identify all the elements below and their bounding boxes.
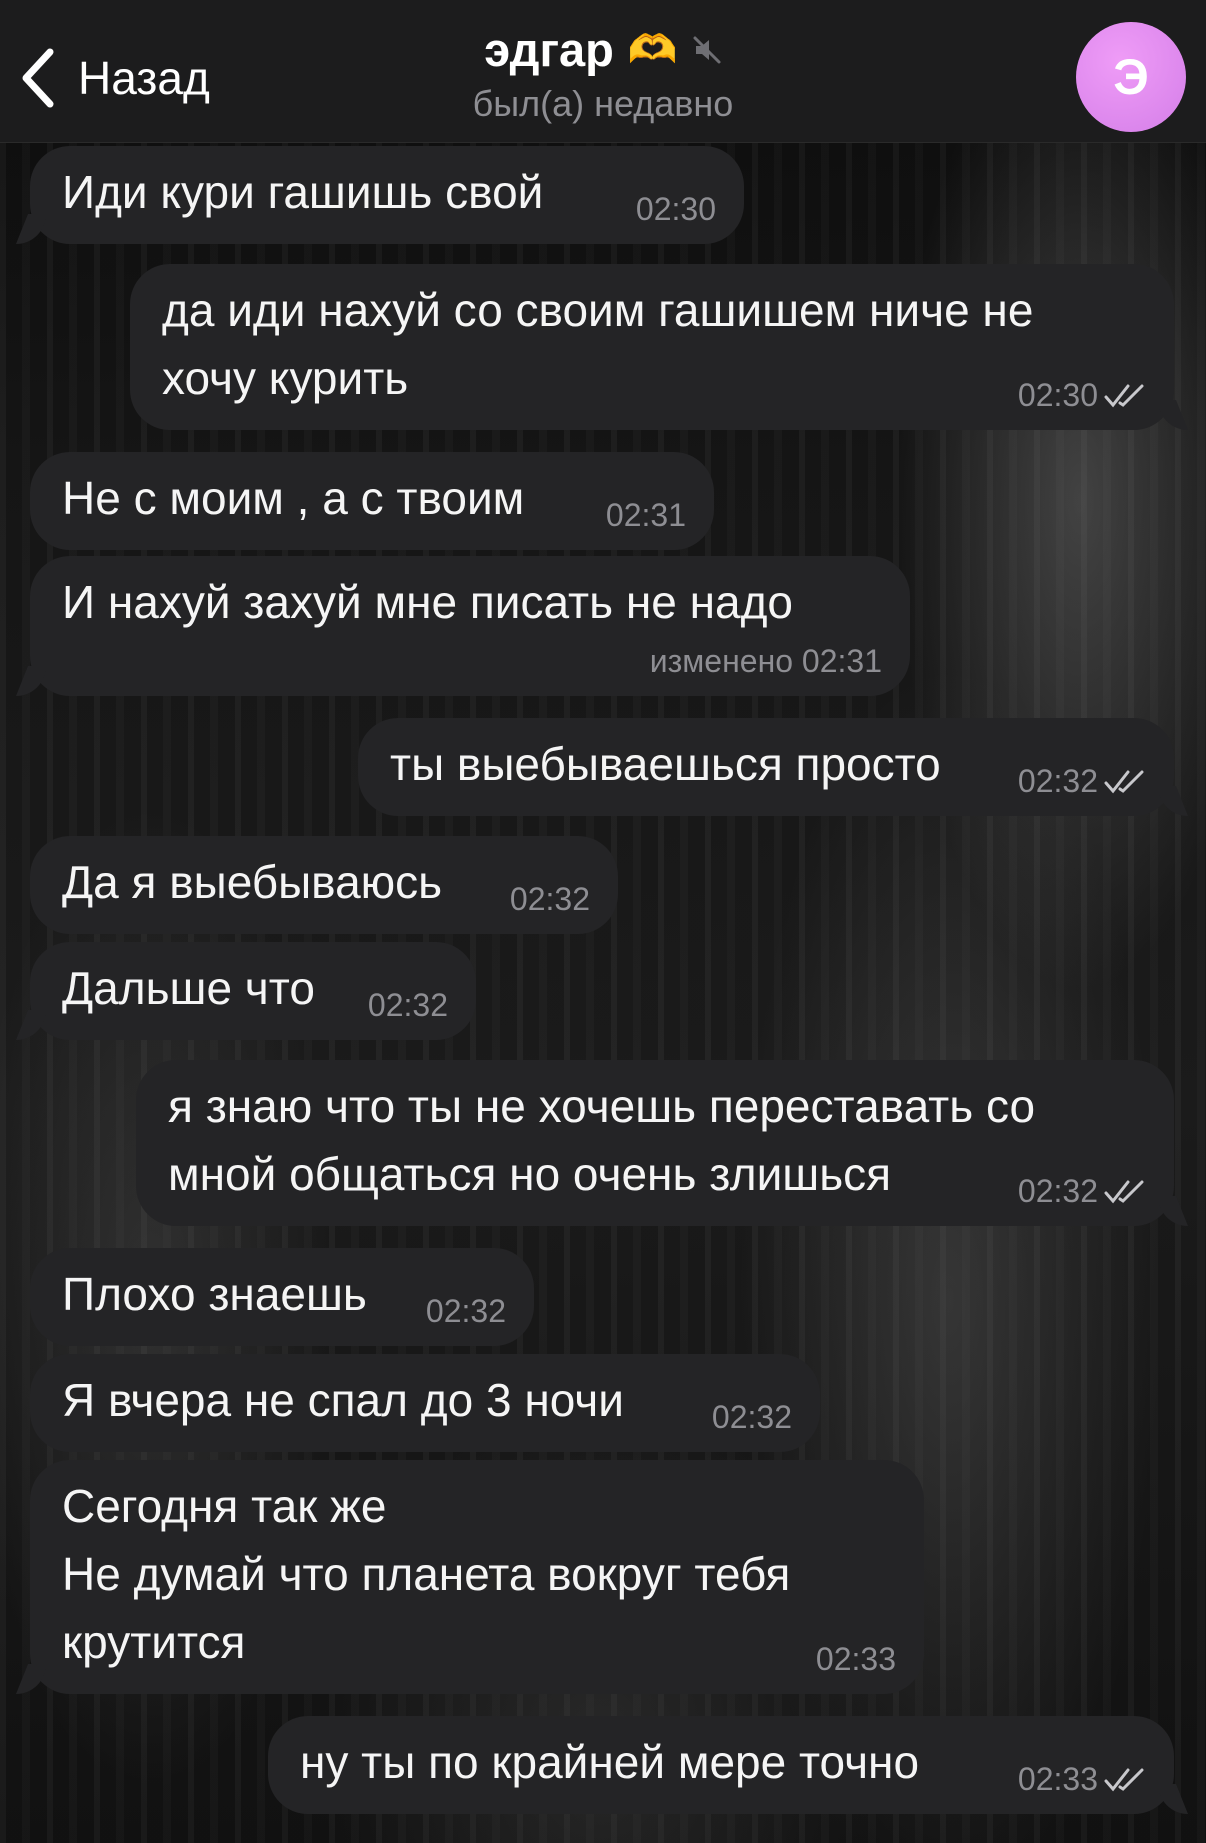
message-time: 02:31: [605, 497, 686, 533]
bubble-tail: [1158, 400, 1188, 430]
bubble-tail: [16, 214, 46, 244]
message-outgoing[interactable]: я знаю что ты не хочешь переставать со м…: [136, 1060, 1188, 1226]
message-time: 02:32: [367, 987, 448, 1023]
message-text-line: Не думай что планета вокруг тебя: [62, 1548, 791, 1600]
message-text-line: хочу курить: [162, 352, 409, 404]
message-time: 02:32: [711, 1399, 792, 1435]
bubble-tail: [16, 1664, 46, 1694]
double-check-icon: [1104, 770, 1144, 793]
message-outgoing[interactable]: ты выебываешься просто 02:32: [358, 718, 1188, 816]
message-time: 02:32: [1017, 763, 1098, 799]
last-seen-status: был(а) недавно: [472, 83, 734, 124]
message-meta: 02:32: [510, 881, 590, 918]
bubble-tail: [16, 666, 46, 696]
bubble-tail: [1158, 1784, 1188, 1814]
muted-speaker-icon: [693, 36, 721, 63]
message-text: Не с моим , а с твоим: [62, 472, 525, 524]
message-edited-time: изменено 02:31: [649, 643, 882, 679]
message-outgoing[interactable]: да иди нахуй со своим гашишем ниче не хо…: [130, 264, 1188, 430]
message-text-line: да иди нахуй со своим гашишем ниче не: [162, 284, 1034, 336]
message-text-line: мной общаться но очень злишься: [168, 1148, 892, 1200]
message-meta: 02:30: [636, 191, 716, 228]
avatar[interactable]: Э: [1076, 22, 1186, 132]
message-time: 02:33: [815, 1641, 896, 1677]
message-time: 02:32: [509, 881, 590, 917]
avatar-letter: Э: [1113, 49, 1149, 105]
message-text-line: крутится: [62, 1616, 246, 1668]
message-time: 02:32: [1017, 1173, 1098, 1209]
message-meta: 02:31: [606, 497, 686, 534]
message-meta: 02:32: [426, 1293, 506, 1330]
message-incoming[interactable]: Дальше что 02:32: [16, 942, 476, 1040]
message-text: Иди кури гашишь свой: [62, 166, 544, 218]
message-meta: 02:30: [1018, 377, 1146, 414]
double-check-icon: [1104, 1768, 1144, 1791]
chevron-left-icon: [22, 48, 54, 108]
message-incoming[interactable]: Иди кури гашишь свой 02:30: [16, 146, 744, 244]
message-incoming[interactable]: Плохо знаешь 02:32: [30, 1248, 534, 1346]
message-meta: 02:32: [368, 987, 448, 1024]
double-check-icon: [1104, 384, 1144, 407]
message-time: 02:30: [1017, 377, 1098, 413]
chat-title: эдгар: [484, 23, 614, 76]
message-incoming[interactable]: Да я выебываюсь 02:32: [30, 836, 618, 934]
message-incoming[interactable]: Не с моим , а с твоим 02:31: [30, 452, 714, 550]
message-meta: 02:33: [816, 1641, 896, 1678]
message-incoming[interactable]: Я вчера не спал до 3 ночи 02:32: [30, 1354, 820, 1452]
back-button[interactable]: Назад: [18, 38, 210, 118]
message-outgoing[interactable]: ну ты по крайней мере точно 02:33: [268, 1716, 1188, 1814]
message-text: ну ты по крайней мере точно: [300, 1736, 920, 1788]
bubble-tail: [16, 1010, 46, 1040]
message-incoming[interactable]: Сегодня так же Не думай что планета вокр…: [16, 1460, 924, 1694]
message-time: 02:33: [1017, 1761, 1098, 1797]
message-meta: 02:32: [1018, 763, 1146, 800]
message-meta: 02:33: [1018, 1761, 1146, 1798]
message-text-line: я знаю что ты не хочешь переставать со: [168, 1080, 1036, 1132]
bubble-tail: [1158, 1196, 1188, 1226]
message-time: 02:32: [425, 1293, 506, 1329]
message-time: 02:30: [635, 191, 716, 227]
message-incoming[interactable]: И нахуй захуй мне писать не надо изменен…: [16, 556, 910, 696]
chat-title-area[interactable]: эдгар 🫶 был(а) недавно: [380, 22, 826, 125]
back-label: Назад: [78, 52, 210, 104]
message-text: Я вчера не спал до 3 ночи: [62, 1374, 624, 1426]
message-text: И нахуй захуй мне писать не надо: [62, 576, 794, 628]
double-check-icon: [1104, 1180, 1144, 1203]
heart-hands-emoji-icon: 🫶: [627, 28, 678, 72]
message-text: Да я выебываюсь: [62, 856, 443, 908]
message-meta: 02:32: [1018, 1173, 1146, 1210]
bubble-tail: [1158, 786, 1188, 816]
message-meta: 02:32: [712, 1399, 792, 1436]
message-meta: изменено 02:31: [650, 643, 882, 680]
message-text-line: Сегодня так же: [62, 1480, 387, 1532]
chat-header: Назад эдгар 🫶 был(а) недавно Э: [0, 0, 1206, 143]
